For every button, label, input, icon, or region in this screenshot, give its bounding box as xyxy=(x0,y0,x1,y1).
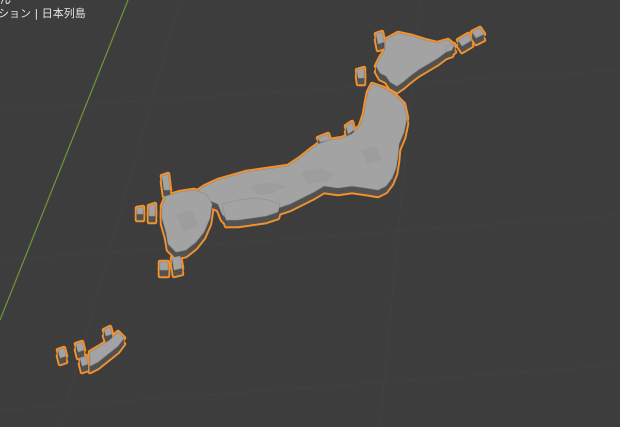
scene-canvas[interactable] xyxy=(0,0,620,427)
3d-viewport[interactable]: ん ション | 日本列島 xyxy=(0,0,620,427)
viewport-object-info: ション | 日本列島 xyxy=(0,7,86,20)
viewport-header-fragment: ん xyxy=(0,0,11,6)
mesh-top-face[interactable] xyxy=(57,27,485,367)
y-axis-line xyxy=(0,0,129,321)
